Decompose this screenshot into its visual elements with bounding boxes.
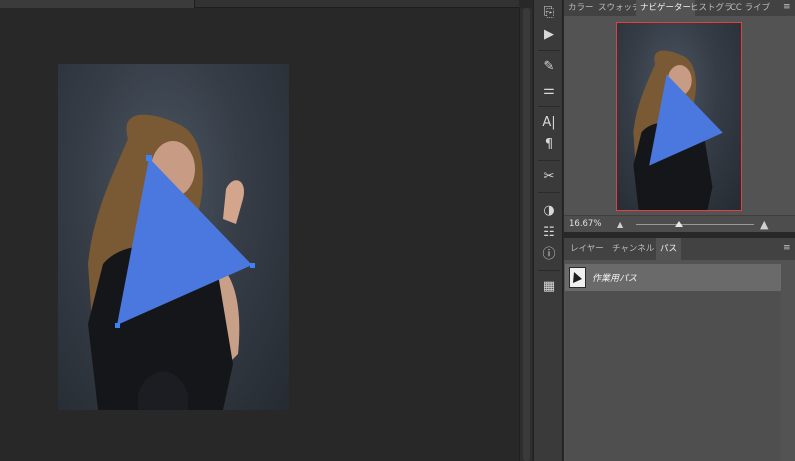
tool-divider bbox=[538, 192, 560, 193]
tool-presets-icon[interactable]: ✂ bbox=[537, 166, 561, 188]
work-path-overlay bbox=[115, 155, 255, 328]
paths-panel: レイヤー チャンネル パス ≡ 作業用パス bbox=[564, 238, 795, 461]
tab-layers[interactable]: レイヤー bbox=[566, 238, 608, 260]
navigator-zoom-bar: 16.67% ▲ ▲ bbox=[564, 215, 795, 232]
adjustments-icon[interactable]: ☷ bbox=[537, 222, 561, 244]
anchor-point-top[interactable] bbox=[146, 155, 152, 161]
tool-divider bbox=[538, 50, 560, 51]
tool-divider bbox=[538, 106, 560, 107]
scrollbar-thumb[interactable] bbox=[523, 8, 530, 461]
path-list-item[interactable]: 作業用パス bbox=[565, 264, 781, 291]
brush-settings-icon[interactable]: ⚌ bbox=[537, 80, 561, 102]
character-icon[interactable]: A| bbox=[537, 112, 561, 134]
tab-channels[interactable]: チャンネル bbox=[608, 238, 658, 260]
zoom-out-icon[interactable]: ▲ bbox=[617, 220, 623, 229]
paragraph-icon[interactable]: ¶ bbox=[537, 134, 561, 156]
brush-icon[interactable]: ✎ bbox=[537, 56, 561, 78]
libraries-icon[interactable]: ▦ bbox=[537, 276, 561, 298]
tool-divider bbox=[538, 160, 560, 161]
tab-cc-libraries[interactable]: CC ライブ bbox=[726, 0, 774, 16]
anchor-point-bottom[interactable] bbox=[115, 323, 120, 328]
panel-menu-icon[interactable]: ≡ bbox=[783, 3, 791, 12]
actions-play-icon[interactable]: ▶ bbox=[537, 24, 561, 46]
triangle-path-fill[interactable] bbox=[117, 158, 252, 325]
navigator-thumbnail bbox=[633, 50, 723, 210]
zoom-slider-handle[interactable] bbox=[675, 221, 683, 227]
photoshop-window: ⎘ ▶ ✎ ⚌ A| ¶ ✂ ◑ ☷ ⓘ ▦ カラー スウォッチ ナビゲーター … bbox=[0, 0, 795, 461]
path-thumbnail-icon bbox=[573, 272, 582, 283]
history-icon[interactable]: ⎘ bbox=[537, 2, 561, 24]
zoom-in-icon[interactable]: ▲ bbox=[760, 218, 768, 231]
zoom-slider[interactable] bbox=[636, 224, 754, 225]
canvas-vertical-scrollbar[interactable] bbox=[519, 8, 532, 461]
anchor-point-right[interactable] bbox=[250, 263, 255, 268]
panel-icon-column: ⎘ ▶ ✎ ⚌ A| ¶ ✂ ◑ ☷ ⓘ ▦ bbox=[533, 0, 563, 461]
paths-tab-bar: レイヤー チャンネル パス ≡ bbox=[564, 238, 795, 260]
tab-color[interactable]: カラー bbox=[564, 0, 598, 16]
tool-divider bbox=[538, 270, 560, 271]
path-list-empty-area[interactable] bbox=[565, 291, 781, 461]
path-name[interactable]: 作業用パス bbox=[592, 271, 637, 284]
navigator-preview[interactable] bbox=[616, 22, 742, 211]
navigator-tab-bar: カラー スウォッチ ナビゲーター ヒストグラ CC ライブ ≡ bbox=[564, 0, 795, 16]
navigator-panel: カラー スウォッチ ナビゲーター ヒストグラ CC ライブ ≡ 16.67% ▲… bbox=[564, 0, 795, 232]
zoom-percentage[interactable]: 16.67% bbox=[569, 219, 601, 229]
info-icon[interactable]: ⓘ bbox=[537, 244, 561, 266]
path-thumbnail bbox=[569, 267, 586, 288]
panel-menu-icon[interactable]: ≡ bbox=[783, 244, 791, 253]
tab-paths[interactable]: パス bbox=[656, 238, 682, 260]
color-icon[interactable]: ◑ bbox=[537, 200, 561, 222]
